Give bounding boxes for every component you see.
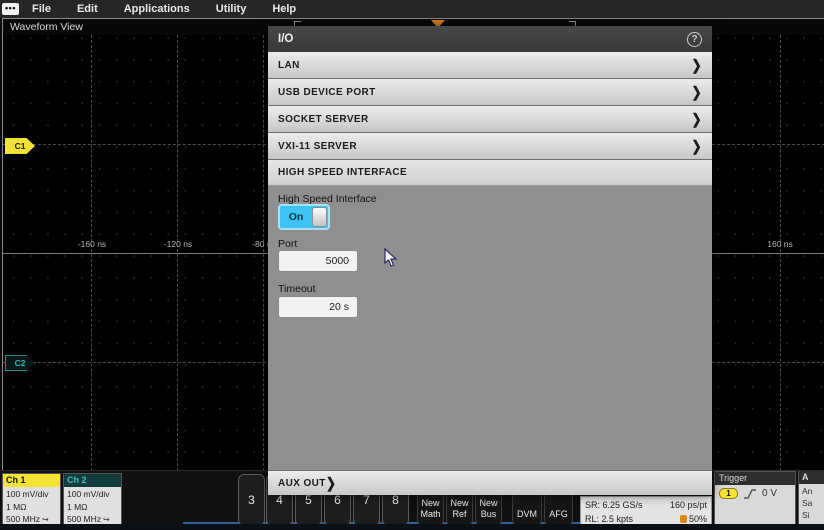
hsi-toggle[interactable]: On xyxy=(278,204,330,230)
mouse-cursor xyxy=(384,248,398,268)
side-panel-lines: An Sa Si xyxy=(799,484,824,529)
menu-dots-icon[interactable]: ••• xyxy=(2,3,19,15)
chevron-right-icon: ❯ xyxy=(692,57,702,74)
io-dialog-header[interactable]: I/O ? xyxy=(268,26,712,52)
channel1-impedance: 1 MΩ xyxy=(6,501,57,514)
help-icon[interactable]: ? xyxy=(687,32,702,47)
menu-item-aux-out[interactable]: AUX OUT ❯ xyxy=(268,470,712,495)
oscilloscope-screen: ••• File Edit Applications Utility Help … xyxy=(0,0,824,530)
io-dialog: I/O ? LAN ❯ USB DEVICE PORT ❯ SOCKET SER… xyxy=(268,26,712,495)
channel2-name: Ch 2 xyxy=(64,474,121,487)
time-label: -120 ns xyxy=(164,239,192,249)
timeout-input[interactable]: 20 s xyxy=(278,296,358,318)
channel1-settings: 100 mV/div 1 MΩ 500 MHz↪ xyxy=(3,487,60,527)
menu-item-lan[interactable]: LAN ❯ xyxy=(268,52,712,79)
timeout-label: Timeout xyxy=(278,283,316,295)
sample-rate: SR: 6.25 GS/s xyxy=(585,498,646,512)
channel1-name: Ch 1 xyxy=(3,474,60,487)
acquisition-readout[interactable]: SR: 6.25 GS/s 160 ps/pt RL: 2.5 kpts 50% xyxy=(580,496,712,527)
resolution: 160 ps/pt xyxy=(646,498,707,512)
side-panel-title: A xyxy=(799,471,824,484)
bandwidth-icon: ↪ xyxy=(103,515,110,524)
channel3-button[interactable]: 3 xyxy=(238,474,265,526)
trigger-settings: 1 0 V xyxy=(715,485,795,528)
menu-edit[interactable]: Edit xyxy=(64,3,111,15)
channel2-badge[interactable]: Ch 2 100 mV/div 1 MΩ 500 MHz↪ xyxy=(63,473,122,528)
menu-file[interactable]: File xyxy=(19,3,64,15)
toggle-state-label: On xyxy=(280,211,312,223)
chevron-right-icon: ❯ xyxy=(692,84,702,101)
rising-edge-icon xyxy=(743,488,757,500)
trigger-badge[interactable]: Trigger 1 0 V xyxy=(714,471,796,529)
channel1-badge[interactable]: Ch 1 100 mV/div 1 MΩ 500 MHz↪ xyxy=(2,473,61,528)
horizontal-position-icon xyxy=(680,515,687,523)
port-label: Port xyxy=(278,238,297,250)
menu-item-usb-device-port[interactable]: USB DEVICE PORT ❯ xyxy=(268,79,712,106)
menu-item-socket-server[interactable]: SOCKET SERVER ❯ xyxy=(268,106,712,133)
channel2-settings: 100 mV/div 1 MΩ 500 MHz↪ xyxy=(64,487,121,527)
screen-bottom-edge xyxy=(0,524,824,530)
io-dialog-title: I/O xyxy=(278,33,293,45)
trigger-level: 0 V xyxy=(762,488,777,499)
menu-help[interactable]: Help xyxy=(259,3,309,15)
channel2-scale: 100 mV/div xyxy=(67,488,118,501)
trigger-title: Trigger xyxy=(715,472,795,485)
bandwidth-icon: ↪ xyxy=(42,515,49,524)
menu-utility[interactable]: Utility xyxy=(203,3,260,15)
high-speed-interface-panel: High Speed Interface On Port 5000 Timeou… xyxy=(268,186,712,470)
chevron-right-icon: ❯ xyxy=(692,138,702,155)
menubar: ••• File Edit Applications Utility Help xyxy=(0,0,824,18)
time-label: -160 ns xyxy=(78,239,106,249)
time-label: 160 ns xyxy=(767,239,793,249)
toggle-knob[interactable] xyxy=(312,207,327,227)
chevron-right-icon: ❯ xyxy=(326,475,336,492)
trigger-source-badge: 1 xyxy=(719,488,738,499)
menu-item-high-speed-interface[interactable]: HIGH SPEED INTERFACE xyxy=(268,160,712,186)
channel2-impedance: 1 MΩ xyxy=(67,501,118,514)
channel1-scale: 100 mV/div xyxy=(6,488,57,501)
menu-applications[interactable]: Applications xyxy=(111,3,203,15)
acquisition-side-panel[interactable]: A An Sa Si xyxy=(798,471,824,529)
chevron-right-icon: ❯ xyxy=(692,111,702,128)
menu-item-vxi-11-server[interactable]: VXI-11 SERVER ❯ xyxy=(268,133,712,160)
waveform-view-title: Waveform View xyxy=(10,21,83,33)
port-input[interactable]: 5000 xyxy=(278,250,358,272)
